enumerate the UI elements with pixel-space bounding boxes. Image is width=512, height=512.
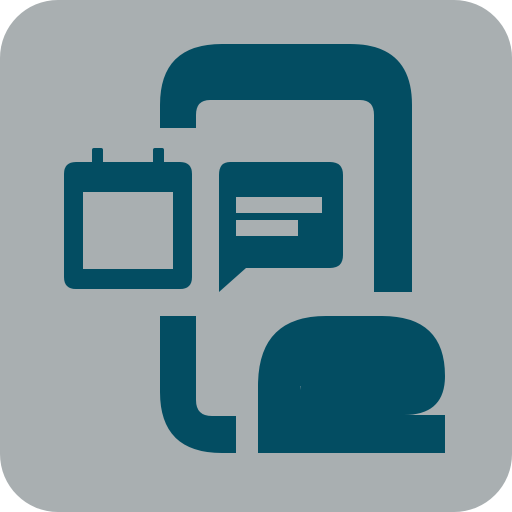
- letter-e-logo: [258, 316, 445, 453]
- app-icon-graphic: [0, 0, 512, 512]
- app-icon[interactable]: [0, 0, 512, 512]
